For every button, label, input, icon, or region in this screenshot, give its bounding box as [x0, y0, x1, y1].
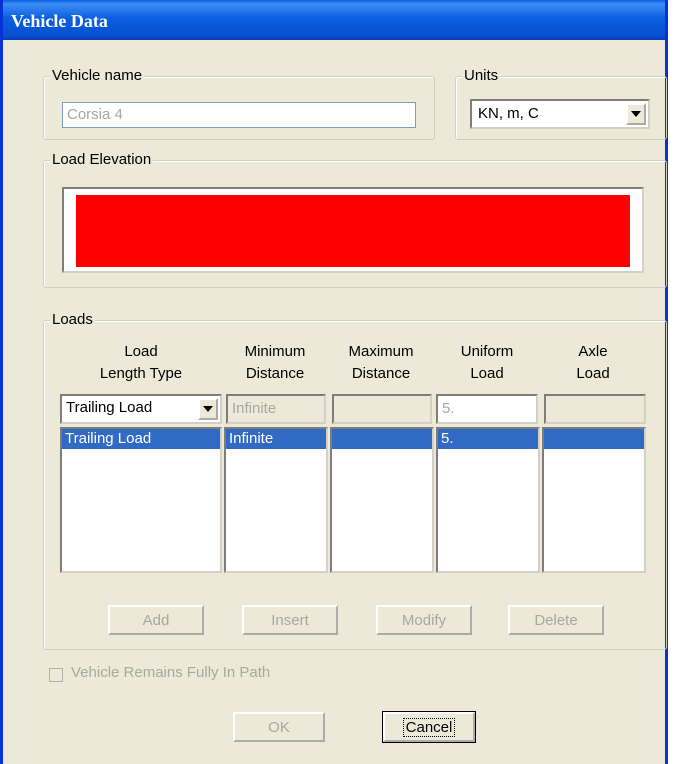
insert-button-label: Insert	[271, 611, 309, 629]
column-header-line: Minimum	[244, 343, 306, 360]
column-header-line: Maximum	[348, 343, 414, 360]
ok-button[interactable]: OK	[233, 712, 325, 742]
column-header-line: Load	[124, 343, 158, 360]
delete-button-label: Delete	[534, 611, 578, 629]
vehicle-name-input[interactable]: Corsia 4	[62, 102, 416, 128]
add-button[interactable]: Add	[108, 605, 204, 635]
window-title: Vehicle Data	[11, 11, 108, 31]
add-button-label: Add	[142, 611, 170, 629]
chevron-down-icon	[203, 406, 213, 412]
column-header-line: Load	[470, 365, 504, 382]
axle-load-input[interactable]	[544, 394, 646, 424]
load-elevation-group: Load Elevation	[43, 151, 667, 288]
max-distance-list[interactable]	[330, 427, 434, 573]
column-header-uniform-load: Uniform Load	[436, 341, 538, 385]
list-item[interactable]	[332, 429, 432, 449]
units-dropdown-button[interactable]	[626, 103, 646, 125]
vehicle-remains-in-path-label: Vehicle Remains Fully In Path	[71, 664, 271, 681]
min-distance-input[interactable]: Infinite	[226, 394, 326, 424]
vehicle-name-label: Vehicle name	[50, 67, 145, 84]
column-header-line: Distance	[245, 365, 305, 382]
column-header-line: Load	[576, 365, 610, 382]
column-header-axle-load: Axle Load	[542, 341, 644, 385]
min-distance-list[interactable]: Infinite	[224, 427, 328, 573]
modify-button[interactable]: Modify	[376, 605, 472, 635]
column-header-line: Distance	[351, 365, 411, 382]
loads-label: Loads	[50, 311, 95, 328]
column-header-line: Uniform	[460, 343, 514, 360]
units-selected-value: KN, m, C	[478, 105, 539, 122]
modify-button-label: Modify	[401, 611, 447, 629]
load-type-list[interactable]: Trailing Load	[60, 427, 222, 573]
load-type-select[interactable]: Trailing Load	[60, 394, 222, 424]
loads-group: Loads Load Length Type Minimum Distance …	[43, 311, 667, 650]
column-header-min-distance: Minimum Distance	[224, 341, 326, 385]
column-header-load-type: Load Length Type	[62, 341, 220, 385]
cancel-button-label: Cancel	[402, 717, 456, 737]
uniform-load-list[interactable]: 5.	[436, 427, 540, 573]
column-header-line: Length Type	[99, 365, 183, 382]
column-header-line: Axle	[578, 343, 608, 360]
load-type-selected-value: Trailing Load	[66, 399, 153, 416]
units-group: Units KN, m, C	[455, 67, 667, 140]
cancel-button[interactable]: Cancel	[382, 711, 476, 743]
axle-load-list[interactable]	[542, 427, 646, 573]
vehicle-data-dialog: Vehicle Data Vehicle name Corsia 4 Units…	[0, 0, 668, 764]
title-bar[interactable]: Vehicle Data	[3, 0, 665, 40]
load-elevation-canvas	[62, 187, 644, 273]
load-type-dropdown-button[interactable]	[198, 398, 218, 420]
list-item[interactable]: Trailing Load	[62, 429, 220, 449]
delete-button[interactable]: Delete	[508, 605, 604, 635]
insert-button[interactable]: Insert	[242, 605, 338, 635]
units-label: Units	[462, 67, 501, 84]
list-item[interactable]	[544, 429, 644, 449]
vehicle-name-group: Vehicle name Corsia 4	[43, 67, 435, 140]
vehicle-remains-in-path-checkbox[interactable]	[49, 668, 63, 682]
column-header-max-distance: Maximum Distance	[330, 341, 432, 385]
chevron-down-icon	[631, 111, 641, 117]
uniform-load-input[interactable]: 5.	[436, 394, 538, 424]
list-item[interactable]: 5.	[438, 429, 538, 449]
max-distance-input[interactable]	[332, 394, 432, 424]
ok-button-label: OK	[268, 718, 290, 736]
units-select[interactable]: KN, m, C	[470, 99, 650, 129]
load-elevation-bar	[76, 195, 630, 267]
list-item[interactable]: Infinite	[226, 429, 326, 449]
load-elevation-label: Load Elevation	[50, 151, 154, 168]
